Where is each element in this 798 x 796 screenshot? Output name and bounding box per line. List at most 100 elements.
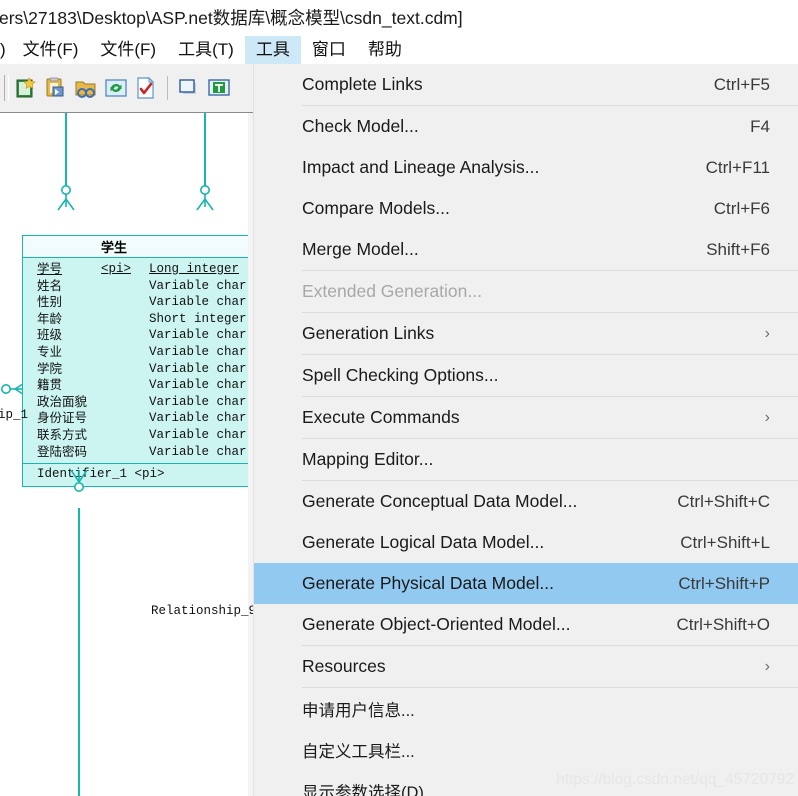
attribute-name: 联系方式 <box>37 427 88 442</box>
attribute-type: Variable char <box>149 361 247 376</box>
paste-icon[interactable] <box>41 73 71 103</box>
attribute-identifier-flag <box>101 327 149 344</box>
entity-attribute-row: 性别 Variable char <box>37 294 253 311</box>
attribute-name: 专业 <box>37 344 63 359</box>
menu-item-22[interactable]: Resources › <box>254 646 798 687</box>
crowsfoot-top-right <box>196 185 214 211</box>
window-title: ers\27183\Desktop\ASP.net数据库\概念模型\csdn_t… <box>0 8 463 28</box>
menubar-item-2[interactable]: 文件(F) <box>89 36 167 64</box>
menu-item-18[interactable]: Generate Logical Data Model... Ctrl+Shift… <box>254 522 798 563</box>
toolbar <box>0 64 253 113</box>
attribute-identifier-flag <box>101 444 149 461</box>
chevron-right-icon: › <box>764 408 770 426</box>
menu-item-label: Extended Generation... <box>302 281 482 301</box>
menu-item-label: 申请用户信息... <box>302 701 415 720</box>
menu-item-shortcut: Ctrl+Shift+L <box>680 532 770 552</box>
entity-attribute-row: 学院 Variable char <box>37 361 253 378</box>
menu-item-3[interactable]: Impact and Lineage Analysis... Ctrl+F11 <box>254 147 798 188</box>
menu-item-shortcut: F4 <box>750 116 770 136</box>
menu-item-label: Check Model... <box>302 116 419 136</box>
entity-attribute-row: 联系方式 Variable char <box>37 427 253 444</box>
check-model-icon[interactable] <box>131 73 161 103</box>
menu-item-shortcut: Ctrl+Shift+P <box>678 573 770 593</box>
menu-item-2[interactable]: Check Model... F4 <box>254 106 798 147</box>
attribute-type: Variable char <box>149 328 247 343</box>
entity-attribute-row: 政治面貌 Variable char <box>37 394 253 411</box>
attribute-identifier-flag <box>101 427 149 444</box>
menu-item-label: Compare Models... <box>302 198 450 218</box>
menu-item-25[interactable]: 自定义工具栏... <box>254 729 798 770</box>
menu-item-17[interactable]: Generate Conceptual Data Model... Ctrl+Sh… <box>254 481 798 522</box>
menubar-item-5[interactable]: 窗口 <box>301 36 357 64</box>
entity-attribute-list: 学号 <pi> Long integer 姓名 Variable char 性别 Varia… <box>23 258 253 465</box>
menu-item-label: Execute Commands <box>302 407 460 427</box>
menubar-item-3[interactable]: 工具(T) <box>167 36 245 64</box>
window-title-bar: ers\27183\Desktop\ASP.net数据库\概念模型\csdn_t… <box>0 0 798 35</box>
attribute-identifier-flag <box>101 377 149 394</box>
menubar-item-1[interactable]: 文件(F) <box>12 36 90 64</box>
attribute-type: Variable char <box>149 295 247 310</box>
menu-item-0[interactable]: Complete Links Ctrl+F5 <box>254 64 798 105</box>
menu-item-24[interactable]: 申请用户信息... <box>254 688 798 729</box>
diagram-canvas[interactable]: 学生 学号 <pi> Long integer 姓名 Variable char 性别 Va… <box>0 113 253 796</box>
attribute-name: 姓名 <box>37 278 63 293</box>
entity-student[interactable]: 学生 学号 <pi> Long integer 姓名 Variable char 性别 Va… <box>22 235 253 488</box>
attribute-name: 身份证号 <box>37 411 88 426</box>
attribute-identifier-flag <box>101 361 149 378</box>
entity-attribute-row: 学号 <pi> Long integer <box>37 261 253 278</box>
menu-item-label: Generate Object-Oriented Model... <box>302 614 571 634</box>
menu-item-shortcut: Ctrl+F5 <box>713 74 770 94</box>
menu-item-label: Generate Physical Data Model... <box>302 573 554 593</box>
attribute-type: Variable char <box>149 411 247 426</box>
menubar-item-6[interactable]: 帮助 <box>357 36 413 64</box>
attribute-identifier-flag <box>101 311 149 328</box>
relationship-line-top-left <box>65 113 67 188</box>
entity-attribute-row: 专业 Variable char <box>37 344 253 361</box>
attribute-type: Long integer <box>149 262 240 276</box>
attribute-name: 年龄 <box>37 311 63 326</box>
tools-dropdown-menu[interactable]: Complete Links Ctrl+F5 Check Model... F4 Imp… <box>253 64 798 796</box>
menu-item-label: Generation Links <box>302 323 435 343</box>
crowsfoot-top-left <box>57 185 75 211</box>
menu-item-9[interactable]: Generation Links › <box>254 313 798 354</box>
menu-item-label: Merge Model... <box>302 239 419 259</box>
menu-item-13[interactable]: Execute Commands › <box>254 397 798 438</box>
entity-attribute-row: 籍贯 Variable char <box>37 377 253 394</box>
menu-item-7: Extended Generation... <box>254 271 798 312</box>
menu-item-11[interactable]: Spell Checking Options... <box>254 355 798 396</box>
entity-identifier: Identifier_1 <pi> <box>37 467 165 482</box>
attribute-name: 班级 <box>37 328 63 343</box>
entity-attribute-row: 登陆密码 Variable char <box>37 444 253 461</box>
menu-item-label: Resources <box>302 656 386 676</box>
menubar-item-0[interactable]: ) <box>0 36 12 64</box>
attribute-identifier-flag <box>101 278 149 295</box>
chevron-right-icon: › <box>764 657 770 675</box>
menu-item-4[interactable]: Compare Models... Ctrl+F6 <box>254 188 798 229</box>
menu-item-shortcut: Ctrl+F11 <box>705 157 770 177</box>
new-model-icon[interactable] <box>11 73 41 103</box>
entity-icon[interactable] <box>174 73 204 103</box>
find-package-icon[interactable] <box>71 73 101 103</box>
attribute-name: 性别 <box>37 295 63 310</box>
menu-item-19[interactable]: Generate Physical Data Model... Ctrl+Shif… <box>254 563 798 604</box>
attribute-type: Short integer <box>149 311 247 326</box>
attribute-type: Variable char <box>149 427 247 442</box>
relationship-label-1: ip_1 <box>0 408 29 422</box>
menu-item-shortcut: Shift+F6 <box>706 239 770 259</box>
refresh-icon[interactable] <box>101 73 131 103</box>
attribute-type: Variable char <box>149 378 247 393</box>
menu-item-5[interactable]: Merge Model... Shift+F6 <box>254 229 798 270</box>
csdn-watermark: https://blog.csdn.net/qq_45720792 <box>556 771 794 788</box>
menu-item-20[interactable]: Generate Object-Oriented Model... Ctrl+Sh… <box>254 604 798 645</box>
text-tool-icon[interactable] <box>204 73 234 103</box>
attribute-type: Variable char <box>149 444 247 459</box>
menu-item-label: Generate Logical Data Model... <box>302 532 545 552</box>
menu-item-shortcut: Ctrl+Shift+O <box>676 614 770 634</box>
relationship-label-9: Relationship_9 <box>151 604 257 618</box>
attribute-identifier-flag <box>101 410 149 427</box>
menubar-item-4[interactable]: 工具 <box>244 35 301 64</box>
attribute-name: 政治面貌 <box>37 394 88 409</box>
toolbar-grip[interactable] <box>4 75 9 101</box>
menu-item-15[interactable]: Mapping Editor... <box>254 439 798 480</box>
entity-attribute-row: 年龄 Short integer <box>37 311 253 328</box>
